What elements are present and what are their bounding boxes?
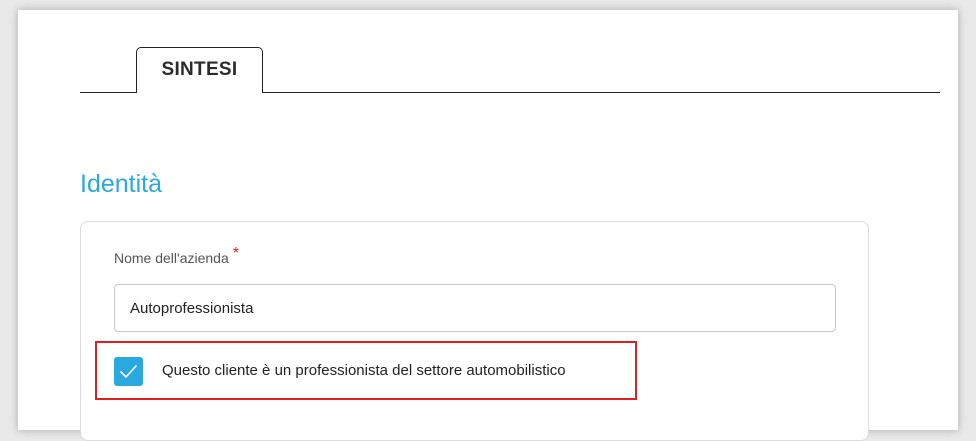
auto-professional-checkbox[interactable] — [114, 357, 143, 386]
company-name-label-text: Nome dell'azienda — [114, 250, 229, 266]
company-name-input[interactable] — [114, 284, 836, 332]
company-name-label: Nome dell'azienda * — [114, 245, 239, 268]
tab-active-gap — [137, 90, 262, 94]
section-title: Identità — [80, 170, 163, 198]
tab-sintesi[interactable]: SINTESI — [136, 47, 263, 92]
required-marker: * — [232, 245, 239, 262]
auto-professional-label[interactable]: Questo cliente è un professionista del s… — [162, 362, 566, 379]
checkmark-icon — [120, 365, 137, 378]
